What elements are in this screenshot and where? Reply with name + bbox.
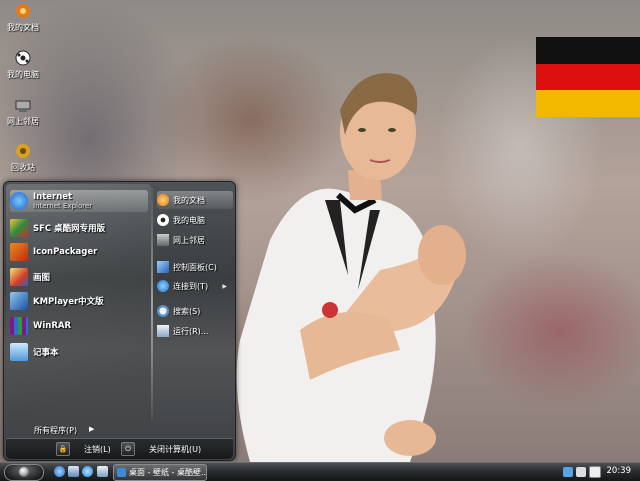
- control-panel-icon: [157, 261, 169, 273]
- connect-to-icon: [157, 280, 169, 292]
- run-icon: [157, 325, 169, 337]
- start-place-label: 搜索(S): [173, 306, 201, 316]
- start-item-notepad[interactable]: 记事本: [10, 341, 148, 363]
- my-documents-icon: [14, 2, 32, 20]
- shutdown-label: 关闭计算机(U): [149, 444, 202, 454]
- start-place-my-documents[interactable]: 我的文档: [157, 191, 233, 209]
- taskbar: 桌面 - 壁纸 - 桌酷壁... 20:39: [0, 462, 640, 481]
- desktop-icon-my-documents[interactable]: 我的文档: [2, 2, 44, 33]
- my-documents-icon: [157, 194, 169, 206]
- recycle-bin-icon: [14, 142, 32, 160]
- start-item-label: IconPackager: [33, 247, 98, 257]
- internet-explorer-icon: [10, 192, 28, 210]
- notepad-icon: [10, 343, 28, 361]
- start-menu-bottom-bar: 🔒 注销(L) ⏻ 关闭计算机(U): [6, 438, 233, 459]
- submenu-arrow-icon: ▶: [222, 282, 227, 290]
- desktop-icon-network-places[interactable]: 网上邻居: [2, 96, 44, 127]
- start-item-label: Internet: [33, 192, 73, 202]
- all-programs-arrow-icon: ▶: [89, 425, 95, 433]
- network-tray-icon[interactable]: [563, 466, 573, 477]
- logoff-button[interactable]: 🔒 注销(L): [56, 442, 111, 456]
- start-place-network[interactable]: 网上邻居: [157, 231, 233, 249]
- volume-tray-icon[interactable]: [576, 466, 586, 477]
- app-tray-icon[interactable]: [589, 465, 601, 478]
- lock-icon: 🔒: [56, 442, 70, 456]
- quicklaunch-media-icon[interactable]: [82, 466, 93, 477]
- start-item-label: KMPlayer中文版: [33, 297, 104, 307]
- start-item-sfc[interactable]: SFC 桌酷网专用版: [10, 217, 148, 239]
- german-flag: [536, 37, 640, 117]
- wallpaper-player-figure: [236, 73, 466, 462]
- start-item-label: 画图: [33, 273, 51, 283]
- start-place-run[interactable]: 运行(R)...: [157, 322, 233, 340]
- network-places-icon: [14, 96, 32, 114]
- start-place-label: 运行(R)...: [173, 326, 209, 336]
- start-place-label: 网上邻居: [173, 235, 205, 245]
- network-places-icon: [157, 234, 169, 246]
- start-orb-icon: [19, 467, 29, 477]
- ie-window-icon: [117, 468, 126, 477]
- paint-icon: [10, 268, 28, 286]
- start-item-iconpackager[interactable]: IconPackager: [10, 241, 148, 263]
- start-menu-divider: [151, 188, 153, 420]
- start-item-paint[interactable]: 画图: [10, 266, 148, 288]
- start-place-label: 控制面板(C): [173, 262, 217, 272]
- my-computer-icon: [157, 214, 169, 226]
- start-button[interactable]: [4, 464, 44, 481]
- start-item-winrar[interactable]: WinRAR: [10, 315, 148, 337]
- start-item-label: 记事本: [33, 348, 59, 358]
- quicklaunch-ie-icon[interactable]: [54, 466, 65, 477]
- start-item-kmplayer[interactable]: KMPlayer中文版: [10, 290, 148, 312]
- sfc-app-icon: [10, 219, 28, 237]
- shutdown-button[interactable]: ⏻ 关闭计算机(U): [121, 442, 201, 456]
- kmplayer-icon: [10, 292, 28, 310]
- my-computer-icon: [14, 49, 32, 67]
- start-item-label: WinRAR: [33, 321, 72, 331]
- start-place-my-computer[interactable]: 我的电脑: [157, 211, 233, 229]
- taskbar-window-button[interactable]: 桌面 - 壁纸 - 桌酷壁...: [113, 464, 207, 481]
- start-place-search[interactable]: 搜索(S): [157, 302, 233, 320]
- start-place-label: 我的电脑: [173, 215, 205, 225]
- clock[interactable]: 20:39: [607, 466, 632, 476]
- start-place-connect-to[interactable]: 连接到(T) ▶: [157, 277, 233, 295]
- start-place-label: 我的文档: [173, 195, 205, 205]
- search-icon: [157, 305, 169, 317]
- start-item-internet-explorer[interactable]: Internet Internet Explorer: [10, 190, 148, 212]
- start-item-label: SFC 桌酷网专用版: [33, 224, 106, 234]
- winrar-icon: [10, 317, 28, 335]
- all-programs-button[interactable]: 所有程序(P): [34, 425, 77, 436]
- desktop-icon-recycle-bin[interactable]: 回收站: [2, 142, 44, 173]
- start-place-label: 连接到(T): [173, 281, 209, 291]
- iconpackager-icon: [10, 243, 28, 261]
- logoff-label: 注销(L): [84, 444, 111, 454]
- start-place-control-panel[interactable]: 控制面板(C): [157, 258, 233, 276]
- quicklaunch-window-icon[interactable]: [97, 466, 108, 477]
- quicklaunch-show-desktop-icon[interactable]: [68, 466, 79, 477]
- taskbar-window-label: 桌面 - 壁纸 - 桌酷壁...: [129, 468, 207, 477]
- power-icon: ⏻: [121, 442, 135, 456]
- start-item-sublabel: Internet Explorer: [33, 202, 93, 210]
- start-menu: Internet Internet Explorer SFC 桌酷网专用版 Ico…: [3, 181, 236, 461]
- desktop-icon-my-computer[interactable]: 我的电脑: [2, 49, 44, 80]
